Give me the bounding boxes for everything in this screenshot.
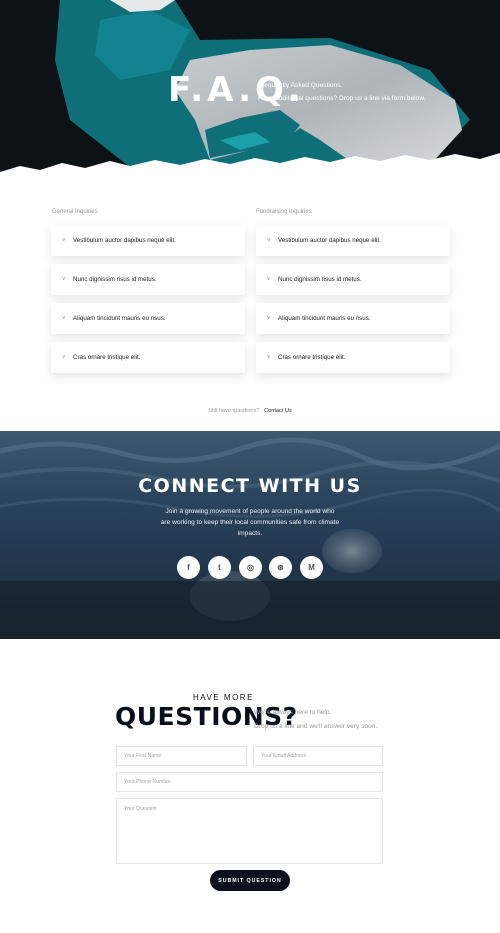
hero-subtitle-line-1: Frequently Asked Questions. xyxy=(258,82,343,89)
faq-question: Nunc dignissim risus id metus. xyxy=(73,276,157,283)
contact-us-link[interactable]: Contact Us xyxy=(264,408,292,414)
chevron-down-icon: ˅ xyxy=(62,315,66,322)
help-text-line-1: We're always here to help. xyxy=(254,709,332,716)
hero-subtitle-line-2: Have additional questions? Drop us a lin… xyxy=(258,95,426,102)
question-textarea[interactable] xyxy=(116,798,383,864)
faq-item-general-3[interactable]: ˅ Aliquam tincidunt mauris eu risus. xyxy=(51,303,245,334)
faq-question: Vestibulum auctor dapibus neque elit. xyxy=(278,237,381,244)
chevron-down-icon: ˅ xyxy=(267,276,271,283)
chevron-down-icon: ˅ xyxy=(267,315,271,322)
chevron-down-icon: ˅ xyxy=(267,237,271,244)
hero-section: F.A.Q. Frequently Asked Questions. Have … xyxy=(0,0,500,180)
twitter-icon[interactable]: t xyxy=(208,556,231,579)
instagram-icon[interactable]: ◎ xyxy=(239,556,262,579)
chevron-down-icon: ˅ xyxy=(267,354,271,361)
faq-item-general-4[interactable]: ˅ Cras ornare tristique elit. xyxy=(51,342,245,373)
faq-question: Cras ornare tristique elit. xyxy=(73,354,141,361)
dribbble-icon[interactable]: ⊛ xyxy=(269,556,292,579)
facebook-icon[interactable]: f xyxy=(177,556,200,579)
faq-item-general-2[interactable]: ˅ Nunc dignissim risus id metus. xyxy=(51,264,245,295)
chevron-down-icon: ˅ xyxy=(62,354,66,361)
have-more-label: HAVE MORE xyxy=(193,693,254,702)
chevron-down-icon: ˅ xyxy=(62,276,66,283)
phone-field[interactable] xyxy=(116,772,383,792)
faq-question: Aliquam tincidunt mauris eu risus. xyxy=(278,315,371,322)
faq-question: Vestibulum auctor dapibus neque elit. xyxy=(73,237,176,244)
help-text: We're always here to help. Drop us a lin… xyxy=(254,706,377,734)
still-have-questions: Still have questions? Contact Us xyxy=(0,408,500,414)
faq-item-fundraising-4[interactable]: ˅ Cras ornare tristique elit. xyxy=(256,342,450,373)
still-have-questions-text: Still have questions? xyxy=(208,408,260,414)
connect-title: CONNECT WITH US xyxy=(138,475,362,497)
faq-item-general-1[interactable]: ˅ Vestibulum auctor dapibus neque elit. xyxy=(51,225,245,256)
fundraising-inquiries-heading: Fundraising Inquiries xyxy=(256,209,312,215)
medium-icon[interactable]: M xyxy=(300,556,323,579)
first-name-field[interactable] xyxy=(116,746,247,766)
submit-question-button[interactable]: SUBMIT QUESTION xyxy=(210,870,290,891)
connect-description: Join a growing movement of people around… xyxy=(160,508,340,537)
email-field[interactable] xyxy=(253,746,383,766)
faq-item-fundraising-3[interactable]: ˅ Aliquam tincidunt mauris eu risus. xyxy=(256,303,450,334)
faq-item-fundraising-1[interactable]: ˅ Vestibulum auctor dapibus neque elit. xyxy=(256,225,450,256)
hero-subtitle: Frequently Asked Questions. Have additio… xyxy=(258,79,426,105)
chevron-down-icon: ˅ xyxy=(62,237,66,244)
faq-question: Nunc dignissim risus id metus. xyxy=(278,276,362,283)
help-text-line-2: Drop us a line and we'll answer very soo… xyxy=(254,723,378,730)
general-inquiries-heading: General Inquiries xyxy=(52,209,98,215)
faq-question: Aliquam tincidunt mauris eu risus. xyxy=(73,315,166,322)
faq-item-fundraising-2[interactable]: ˅ Nunc dignissim risus id metus. xyxy=(256,264,450,295)
faq-question: Cras ornare tristique elit. xyxy=(278,354,346,361)
